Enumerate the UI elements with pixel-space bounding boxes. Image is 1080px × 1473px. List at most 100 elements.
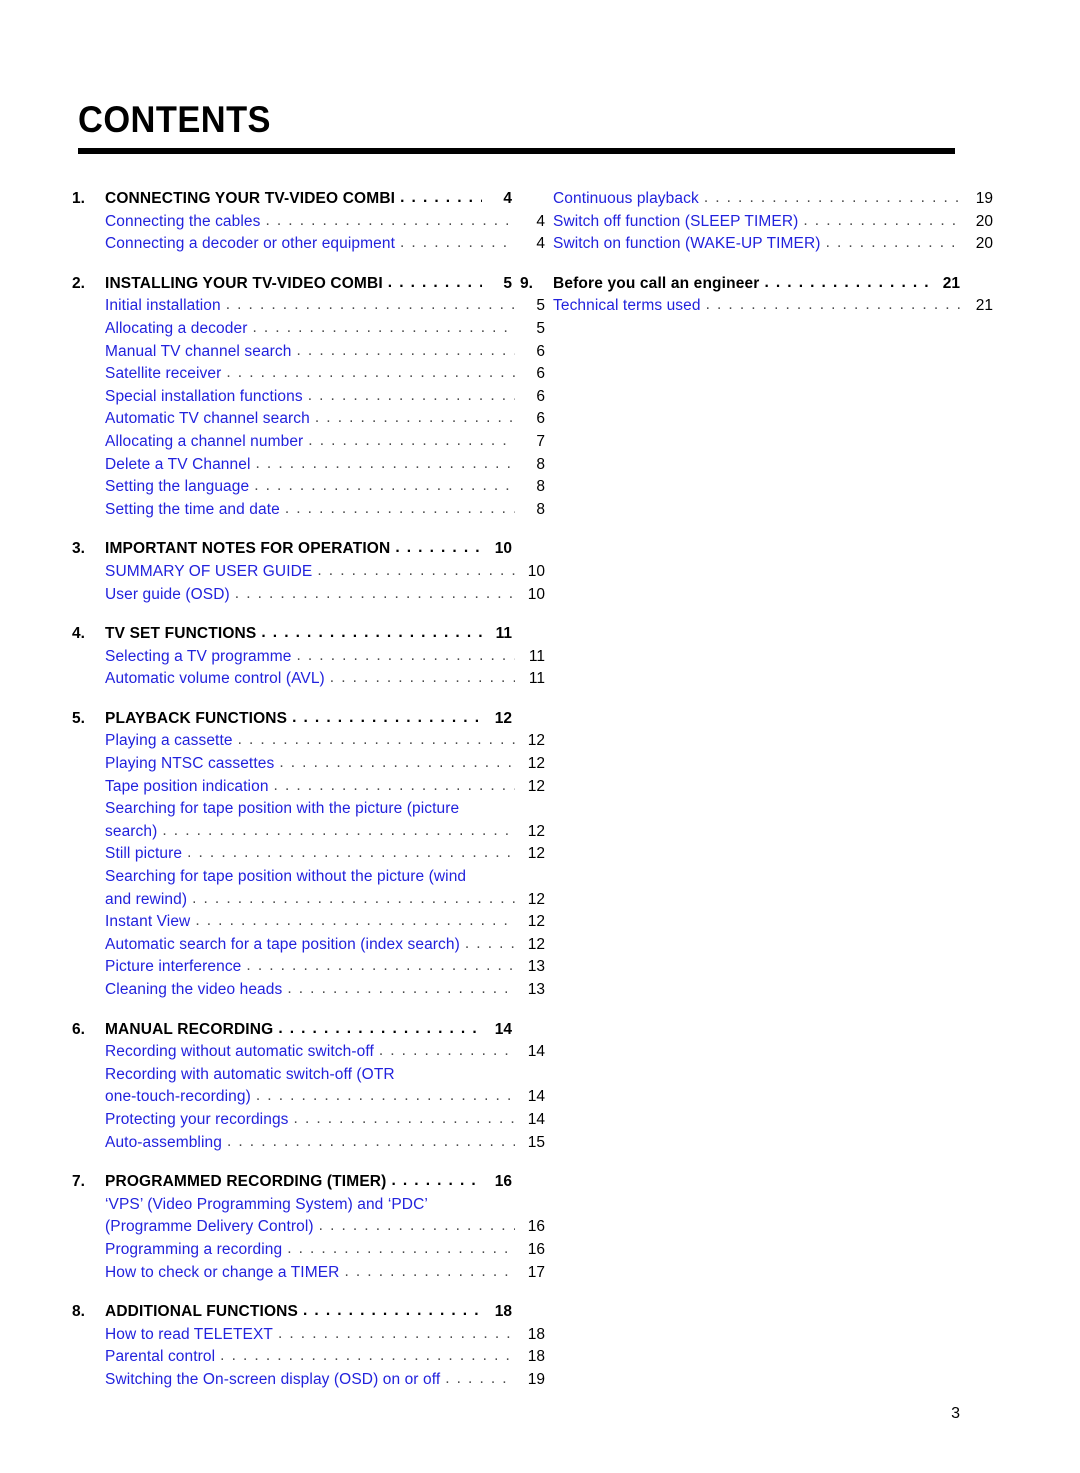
toc-entry[interactable]: Allocating a channel number 7	[72, 431, 545, 454]
toc-entry[interactable]: Delete a TV Channel 8	[72, 454, 545, 477]
toc-entry[interactable]: Recording with automatic switch-off (OTR	[72, 1064, 545, 1087]
toc-entry[interactable]: Searching for tape position with the pic…	[72, 798, 545, 821]
toc-entry[interactable]: Parental control 18	[72, 1346, 545, 1369]
toc-section-heading[interactable]: 3. IMPORTANT NOTES FOR OPERATION 10	[72, 538, 512, 561]
toc-entry[interactable]: and rewind) 12	[72, 889, 545, 912]
toc-entry-label: Instant View	[105, 913, 191, 931]
toc-dot-leader	[287, 1238, 515, 1261]
page-title: CONTENTS	[78, 99, 271, 140]
toc-section-heading[interactable]: 4. TV SET FUNCTIONS 11	[72, 623, 512, 646]
toc-entry-label: Programming a recording	[105, 1240, 283, 1258]
toc-section-number: 8.	[72, 1303, 85, 1321]
toc-entry[interactable]: one-touch-recording) 14	[72, 1086, 545, 1109]
toc-dot-leader	[706, 294, 963, 317]
toc-entry[interactable]: How to check or change a TIMER 17	[72, 1262, 545, 1285]
toc-page-number: 6	[536, 342, 545, 360]
toc-entry[interactable]: How to read TELETEXT 18	[72, 1324, 545, 1347]
toc-entry[interactable]: Allocating a decoder 5	[72, 318, 545, 341]
toc-dot-leader	[261, 622, 482, 645]
toc-page-number: 8	[536, 500, 545, 518]
toc-entry[interactable]: Cleaning the video heads 13	[72, 979, 545, 1002]
toc-entry[interactable]: Switching the On-screen display (OSD) on…	[72, 1369, 545, 1392]
toc-entry[interactable]: Switch off function (SLEEP TIMER) 20	[520, 211, 993, 234]
toc-dot-leader	[192, 888, 515, 911]
toc-entry[interactable]: Technical terms used 21	[520, 295, 993, 318]
toc-page-number: 13	[527, 981, 545, 998]
toc-entry[interactable]: User guide (OSD) 10	[72, 584, 545, 607]
toc-entry[interactable]: Selecting a TV programme 11	[72, 646, 545, 669]
toc-entry[interactable]: Special installation functions 6	[72, 386, 545, 409]
toc-entry[interactable]: Automatic TV channel search 6	[72, 408, 545, 431]
toc-entry[interactable]: Initial installation5	[72, 295, 545, 318]
toc-entry-label: one-touch-recording)	[105, 1088, 251, 1106]
toc-entry-label: Switch on function (WAKE-UP TIMER)	[553, 235, 821, 253]
toc-section-heading[interactable]: 1. CONNECTING YOUR TV-VIDEO COMBI 4	[72, 188, 512, 211]
toc-dot-leader	[308, 430, 515, 453]
toc-section-heading[interactable]: 8. ADDITIONAL FUNCTIONS 18	[72, 1301, 512, 1324]
toc-entry[interactable]: Switch on function (WAKE-UP TIMER) 20	[520, 233, 993, 256]
toc-entry-label: Playing a cassette	[105, 732, 233, 750]
toc-entry[interactable]: Setting the language 8	[72, 476, 545, 499]
contents-page: CONTENTS 1. CONNECTING YOUR TV-VIDEO COMB…	[0, 0, 1080, 1473]
toc-entry[interactable]: Playing NTSC cassettes 12	[72, 753, 545, 776]
toc-section-group: 4.TV SET FUNCTIONS11Selecting a TV progr…	[72, 623, 545, 691]
toc-section-heading[interactable]: 7. PROGRAMMED RECORDING (TIMER) 16	[72, 1171, 512, 1194]
toc-dot-leader	[465, 933, 515, 956]
toc-dot-leader	[400, 187, 482, 210]
toc-entry-label: Protecting your recordings	[105, 1110, 289, 1128]
toc-section-heading[interactable]: 2. INSTALLING YOUR TV-VIDEO COMBI 5	[72, 273, 512, 296]
toc-dot-leader	[279, 752, 515, 775]
toc-entry[interactable]: Connecting a decoder or other equipment4	[72, 233, 545, 256]
toc-page-number: 14	[527, 1043, 545, 1061]
toc-entry[interactable]: Continuous playback 19	[520, 188, 993, 211]
toc-entry-label: Delete a TV Channel	[105, 455, 251, 473]
toc-entry[interactable]: Picture interference 13	[72, 956, 545, 979]
toc-entry[interactable]: SUMMARY OF USER GUIDE 10	[72, 561, 545, 584]
toc-entry[interactable]: search) 12	[72, 821, 545, 844]
toc-entry-label: Automatic search for a tape position (in…	[105, 935, 460, 953]
toc-page-number: 18	[527, 1325, 545, 1343]
toc-section-heading[interactable]: 6. MANUAL RECORDING 14	[72, 1019, 512, 1042]
toc-entry[interactable]: Tape position indication 12	[72, 776, 545, 799]
toc-dot-leader	[308, 385, 515, 408]
toc-entry[interactable]: Satellite receiver 6	[72, 363, 545, 386]
toc-dot-leader	[803, 210, 963, 233]
toc-page-number: 18	[494, 1303, 512, 1321]
toc-section-title: CONNECTING YOUR TV-VIDEO COMBI	[105, 190, 396, 207]
toc-section-title: PLAYBACK FUNCTIONS	[105, 709, 288, 727]
toc-dot-leader	[256, 1085, 515, 1108]
toc-entry[interactable]: Still picture 12	[72, 843, 545, 866]
toc-dot-leader	[296, 645, 515, 668]
toc-entry[interactable]: Programming a recording 16	[72, 1239, 545, 1262]
toc-entry[interactable]: Playing a cassette 12	[72, 730, 545, 753]
toc-dot-leader	[391, 1170, 482, 1193]
toc-entry[interactable]: (Programme Delivery Control) 16	[72, 1216, 545, 1239]
toc-entry[interactable]: Connecting the cables4	[72, 211, 545, 234]
toc-entry-label: Parental control	[105, 1348, 216, 1366]
toc-page-number: 20	[975, 212, 993, 230]
toc-page-number: 6	[536, 410, 545, 428]
toc-entry-label: Switch off function (SLEEP TIMER)	[553, 212, 799, 230]
toc-entry[interactable]: Automatic volume control (AVL) 11	[72, 668, 545, 691]
toc-entry[interactable]: Setting the time and date 8	[72, 499, 545, 522]
toc-dot-leader	[344, 1261, 515, 1284]
toc-page-number: 16	[527, 1218, 545, 1236]
toc-section-title: ADDITIONAL FUNCTIONS	[105, 1303, 299, 1321]
toc-dot-leader	[395, 537, 482, 560]
toc-entry[interactable]: Manual TV channel search 6	[72, 341, 545, 364]
toc-entry[interactable]: Automatic search for a tape position (in…	[72, 934, 545, 957]
toc-entry[interactable]: Instant View 12	[72, 911, 545, 934]
toc-entry[interactable]: Auto-assembling 15	[72, 1132, 545, 1155]
toc-dot-leader	[252, 317, 515, 340]
toc-entry-label: Initial installation	[105, 297, 221, 315]
toc-section-heading[interactable]: 9. Before you call an engineer 21	[520, 273, 960, 296]
toc-section-heading[interactable]: 5. PLAYBACK FUNCTIONS 12	[72, 708, 512, 731]
toc-entry[interactable]: ‘VPS’ (Video Programming System) and ‘PD…	[72, 1194, 545, 1217]
toc-entry[interactable]: Searching for tape position without the …	[72, 866, 545, 889]
toc-entry[interactable]: Recording without automatic switch-off 14	[72, 1041, 545, 1064]
toc-dot-leader	[294, 1108, 515, 1131]
toc-dot-leader	[285, 498, 515, 521]
toc-page-number: 7	[536, 432, 545, 450]
toc-dot-leader	[319, 1215, 515, 1238]
toc-entry[interactable]: Protecting your recordings 14	[72, 1109, 545, 1132]
